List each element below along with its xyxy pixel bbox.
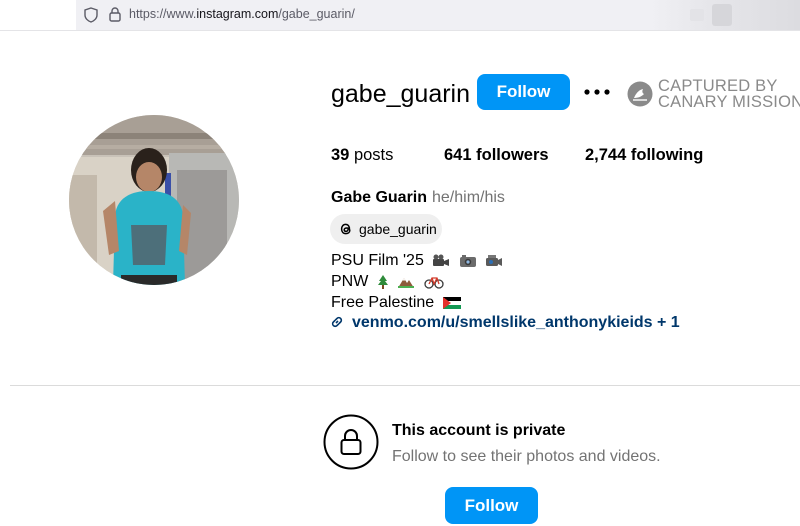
following-stat[interactable]: 2,744 following (585, 146, 703, 165)
watermark-line1: CAPTURED BY (658, 77, 778, 95)
lock-icon[interactable] (109, 6, 121, 23)
link-extra[interactable]: + 1 (657, 314, 680, 331)
private-lock-icon (323, 414, 379, 470)
posts-stat: 39 posts (331, 146, 394, 164)
movie-camera-icon (433, 254, 450, 266)
bio-line-1: PSU Film '25 (331, 252, 503, 270)
private-title: This account is private (392, 422, 566, 439)
watermark-line2: CANARY MISSION (658, 93, 800, 111)
pronouns: he/him/his (432, 189, 505, 206)
toolbar-button[interactable] (712, 4, 732, 26)
link-icon (331, 316, 343, 328)
followers-stat[interactable]: 641 followers (444, 146, 549, 165)
avatar[interactable] (69, 115, 239, 285)
canary-mission-icon (627, 81, 653, 107)
profile-username: gabe_guarin (331, 80, 471, 108)
private-subtitle: Follow to see their photos and videos. (392, 448, 661, 465)
bio-line-3: Free Palestine (331, 294, 461, 312)
threads-handle: gabe_guarin (359, 221, 437, 237)
toolbar-divider (0, 30, 800, 31)
profile-photo (69, 115, 239, 285)
shield-icon[interactable] (84, 7, 98, 23)
toolbar-button[interactable] (690, 9, 704, 21)
follow-button[interactable]: Follow (477, 74, 570, 110)
link-text[interactable]: venmo.com/u/smellslike_anthonykieids (352, 314, 653, 331)
bicycle-icon (424, 277, 444, 289)
url-text[interactable]: https://www.instagram.com/gabe_guarin/ (129, 7, 355, 21)
watermark-text: CAPTURED BY CANARY MISSION (658, 77, 800, 111)
threads-badge[interactable]: gabe_guarin (330, 214, 442, 244)
follow-button-private[interactable]: Follow (445, 487, 538, 524)
threads-icon (340, 223, 351, 235)
tree-icon (377, 274, 388, 289)
mountain-icon (398, 277, 415, 288)
section-divider (10, 385, 800, 386)
bio-line-2: PNW (331, 273, 444, 291)
full-name: Gabe Guarin (331, 189, 428, 206)
browser-url-bar[interactable]: https://www.instagram.com/gabe_guarin/ (76, 0, 800, 30)
palestine-flag-icon (442, 296, 461, 309)
profile-link[interactable]: venmo.com/u/smellslike_anthonykieids + 1 (330, 314, 680, 332)
more-options-icon[interactable] (583, 82, 611, 102)
video-camera-icon (486, 254, 503, 266)
canary-mission-watermark: CAPTURED BY CANARY MISSION (627, 77, 800, 112)
camera-icon (459, 254, 476, 267)
